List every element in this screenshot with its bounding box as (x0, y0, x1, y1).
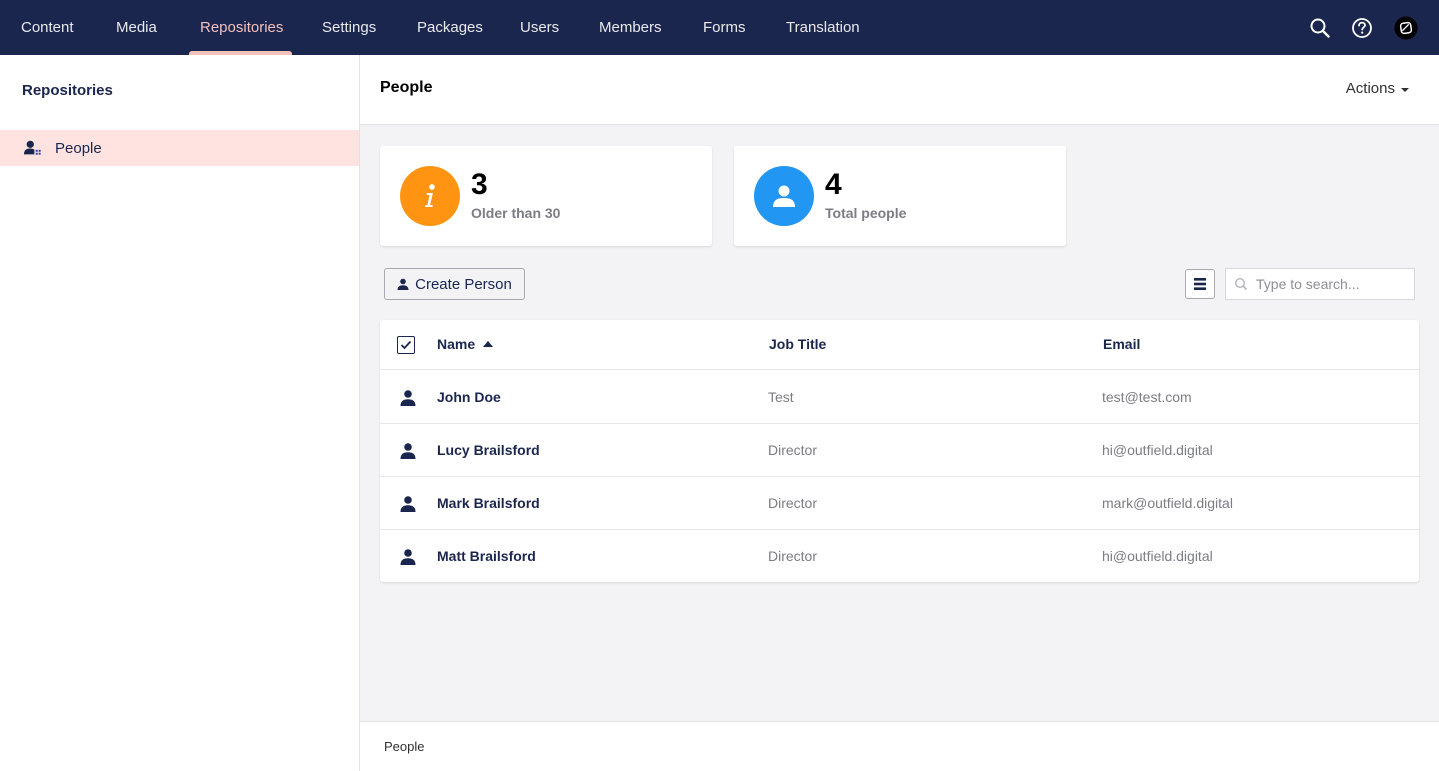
sidebar: Repositories People (0, 55, 360, 771)
footer-breadcrumb-bar: People (360, 721, 1439, 771)
stat-card-total-people: 4 Total people (734, 146, 1066, 246)
stat-value: 3 (471, 168, 488, 201)
nav-item-settings[interactable]: Settings (322, 0, 376, 55)
sort-ascending-icon (483, 341, 494, 347)
create-person-button[interactable]: Create Person (384, 268, 525, 300)
person-icon (400, 443, 416, 459)
stat-caption: Total people (825, 205, 907, 221)
top-navigation-bar: Content Media Repositories Settings Pack… (0, 0, 1439, 55)
person-icon (400, 549, 416, 565)
info-icon (400, 166, 460, 226)
column-label: Name (437, 336, 476, 352)
nav-item-users[interactable]: Users (520, 0, 559, 55)
person-add-icon (397, 278, 409, 290)
stat-caption: Older than 30 (471, 205, 561, 221)
help-icon[interactable] (1350, 16, 1374, 40)
person-icon (400, 390, 416, 406)
create-person-label: Create Person (415, 275, 512, 293)
person-icon (754, 166, 814, 226)
column-header-name[interactable]: Name (437, 336, 494, 352)
user-avatar-icon[interactable] (1394, 16, 1418, 40)
table-row[interactable]: John Doe Test test@test.com (380, 371, 1419, 424)
breadcrumb[interactable]: People (384, 739, 424, 754)
list-view-icon (1194, 278, 1206, 290)
column-header-email[interactable]: Email (1103, 336, 1140, 352)
person-job-title: Director (768, 442, 818, 458)
person-name[interactable]: Lucy Brailsford (437, 442, 540, 458)
person-icon (400, 496, 416, 512)
stat-value: 4 (825, 168, 842, 201)
nav-item-content[interactable]: Content (21, 0, 74, 55)
page-title: People (380, 79, 433, 96)
nav-item-members[interactable]: Members (599, 0, 662, 55)
check-icon (400, 340, 412, 350)
select-all-checkbox[interactable] (397, 336, 415, 354)
person-job-title: Test (768, 389, 794, 405)
nav-item-media[interactable]: Media (116, 0, 157, 55)
caret-down-icon (1401, 87, 1409, 92)
person-email: test@test.com (1102, 389, 1192, 405)
search-input[interactable] (1256, 276, 1406, 292)
people-table: Name Job Title Email John Doe Test test@… (380, 320, 1419, 582)
sidebar-title: Repositories (22, 82, 113, 99)
table-header: Name Job Title Email (380, 320, 1419, 370)
person-name[interactable]: John Doe (437, 389, 501, 405)
person-email: hi@outfield.digital (1102, 442, 1213, 458)
actions-dropdown[interactable]: Actions (1346, 80, 1409, 97)
column-header-job-title[interactable]: Job Title (769, 336, 826, 352)
nav-item-packages[interactable]: Packages (417, 0, 483, 55)
search-icon[interactable] (1308, 16, 1332, 40)
sidebar-item-people[interactable]: People (0, 130, 359, 166)
table-row[interactable]: Matt Brailsford Director hi@outfield.dig… (380, 530, 1419, 583)
nav-item-repositories[interactable]: Repositories (200, 0, 283, 55)
nav-item-translation[interactable]: Translation (786, 0, 860, 55)
person-name[interactable]: Matt Brailsford (437, 548, 536, 564)
search-field[interactable] (1225, 268, 1415, 300)
search-icon (1234, 277, 1248, 291)
people-icon (23, 138, 43, 158)
table-row[interactable]: Mark Brailsford Director mark@outfield.d… (380, 477, 1419, 530)
nav-item-forms[interactable]: Forms (703, 0, 746, 55)
person-email: hi@outfield.digital (1102, 548, 1213, 564)
person-name[interactable]: Mark Brailsford (437, 495, 540, 511)
stat-card-older-than-30: 3 Older than 30 (380, 146, 712, 246)
column-label: Job Title (769, 336, 827, 352)
table-row[interactable]: Lucy Brailsford Director hi@outfield.dig… (380, 424, 1419, 477)
person-job-title: Director (768, 548, 818, 564)
person-email: mark@outfield.digital (1102, 495, 1233, 511)
person-job-title: Director (768, 495, 818, 511)
column-label: Email (1103, 336, 1141, 352)
sidebar-item-label: People (55, 139, 102, 157)
list-view-toggle-button[interactable] (1185, 269, 1215, 299)
actions-label: Actions (1345, 80, 1395, 97)
content-header: People Actions (360, 55, 1439, 125)
